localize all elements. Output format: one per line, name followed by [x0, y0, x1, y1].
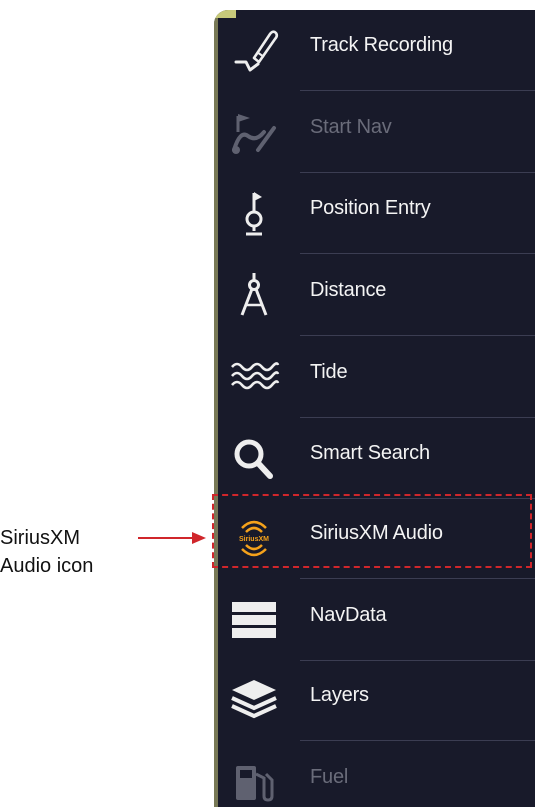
search-icon: [228, 432, 280, 484]
track-recording-icon: [228, 24, 280, 76]
menu-item-label: Distance: [310, 279, 387, 301]
layers-icon: [228, 674, 280, 726]
screenshot-stage: SiriusXM Audio icon Track Recording Star…: [0, 0, 535, 807]
menu-item-smart-search[interactable]: Smart Search: [214, 418, 535, 498]
menu-item-start-nav[interactable]: Start Nav: [214, 92, 535, 172]
menu-item-navdata[interactable]: NavData: [214, 580, 535, 660]
menu-item-label: Smart Search: [310, 442, 430, 464]
menu-item-distance[interactable]: Distance: [214, 255, 535, 335]
start-nav-icon: [228, 106, 280, 158]
menu-item-label: Tide: [310, 361, 348, 383]
fuel-icon: [228, 756, 280, 807]
menu-item-position-entry[interactable]: Position Entry: [214, 173, 535, 253]
divider: [300, 335, 535, 336]
menu-item-label: Fuel: [310, 766, 349, 788]
menu-item-fuel[interactable]: Fuel: [214, 742, 535, 807]
position-entry-icon: [228, 187, 280, 239]
divider: [300, 90, 535, 91]
menu-item-layers[interactable]: Layers: [214, 660, 535, 740]
menu-item-label: Layers: [310, 684, 369, 706]
callout-label-line2: Audio icon: [0, 555, 94, 577]
menu-item-label: Start Nav: [310, 116, 392, 138]
menu-panel: Track Recording Start Nav Position Entry…: [214, 10, 535, 807]
siriusxm-highlight-frame: [212, 494, 532, 568]
divider: [300, 253, 535, 254]
menu-item-label: Position Entry: [310, 197, 431, 219]
callout-arrow: [138, 532, 206, 544]
menu-item-label: NavData: [310, 604, 387, 626]
navdata-icon: [228, 594, 280, 646]
tide-icon: [228, 351, 280, 403]
divider: [300, 740, 535, 741]
distance-compass-icon: [228, 269, 280, 321]
menu-item-track-recording[interactable]: Track Recording: [214, 10, 535, 90]
menu-item-label: Track Recording: [310, 34, 453, 56]
callout-label-line1: SiriusXM: [0, 527, 81, 549]
menu-item-tide[interactable]: Tide: [214, 337, 535, 417]
divider: [300, 578, 535, 579]
